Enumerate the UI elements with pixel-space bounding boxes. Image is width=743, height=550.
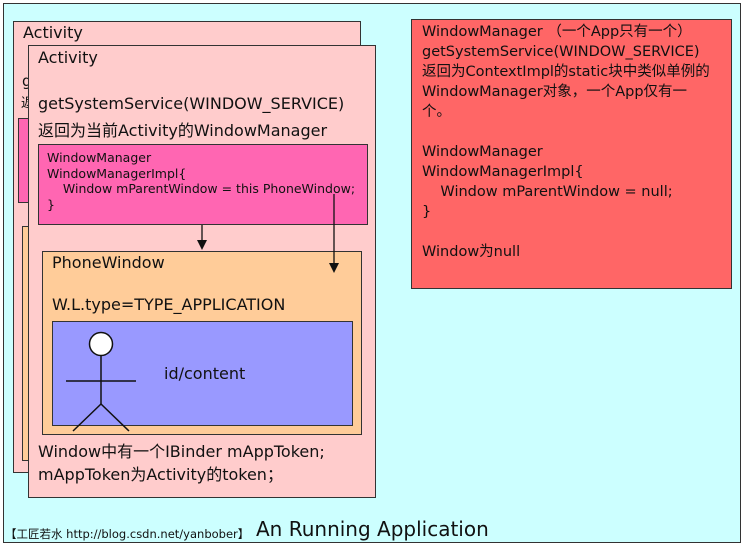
watermark: 【工匠若水 http://blog.csdn.net/yanbober】	[5, 527, 250, 541]
global-wm-line: }	[422, 204, 432, 220]
global-wm-line: getSystemService(WINDOW_SERVICE)	[422, 44, 700, 60]
global-wm-line	[422, 222, 721, 242]
global-wm-line	[422, 122, 721, 142]
global-wm-line: WindowManager对象，一个App仅有一	[422, 84, 688, 100]
global-wm-line: WindowManagerImpl{	[422, 164, 584, 180]
global-wm-line: 返回为ContextImpl的static块中类似单例的	[422, 64, 710, 80]
global-wm-line: WindowManager （一个App只有一个）	[422, 24, 692, 40]
stick-figure-icon	[66, 331, 136, 432]
global-window-manager-box: WindowManager （一个App只有一个） getSystemServi…	[411, 19, 732, 289]
global-wm-line: 个。	[422, 104, 451, 120]
global-wm-line: Window为null	[422, 244, 521, 260]
diagram-caption: An Running Application	[256, 517, 489, 541]
global-wm-line: Window mParentWindow = null;	[422, 184, 673, 200]
global-wm-line: WindowManager	[422, 144, 543, 160]
